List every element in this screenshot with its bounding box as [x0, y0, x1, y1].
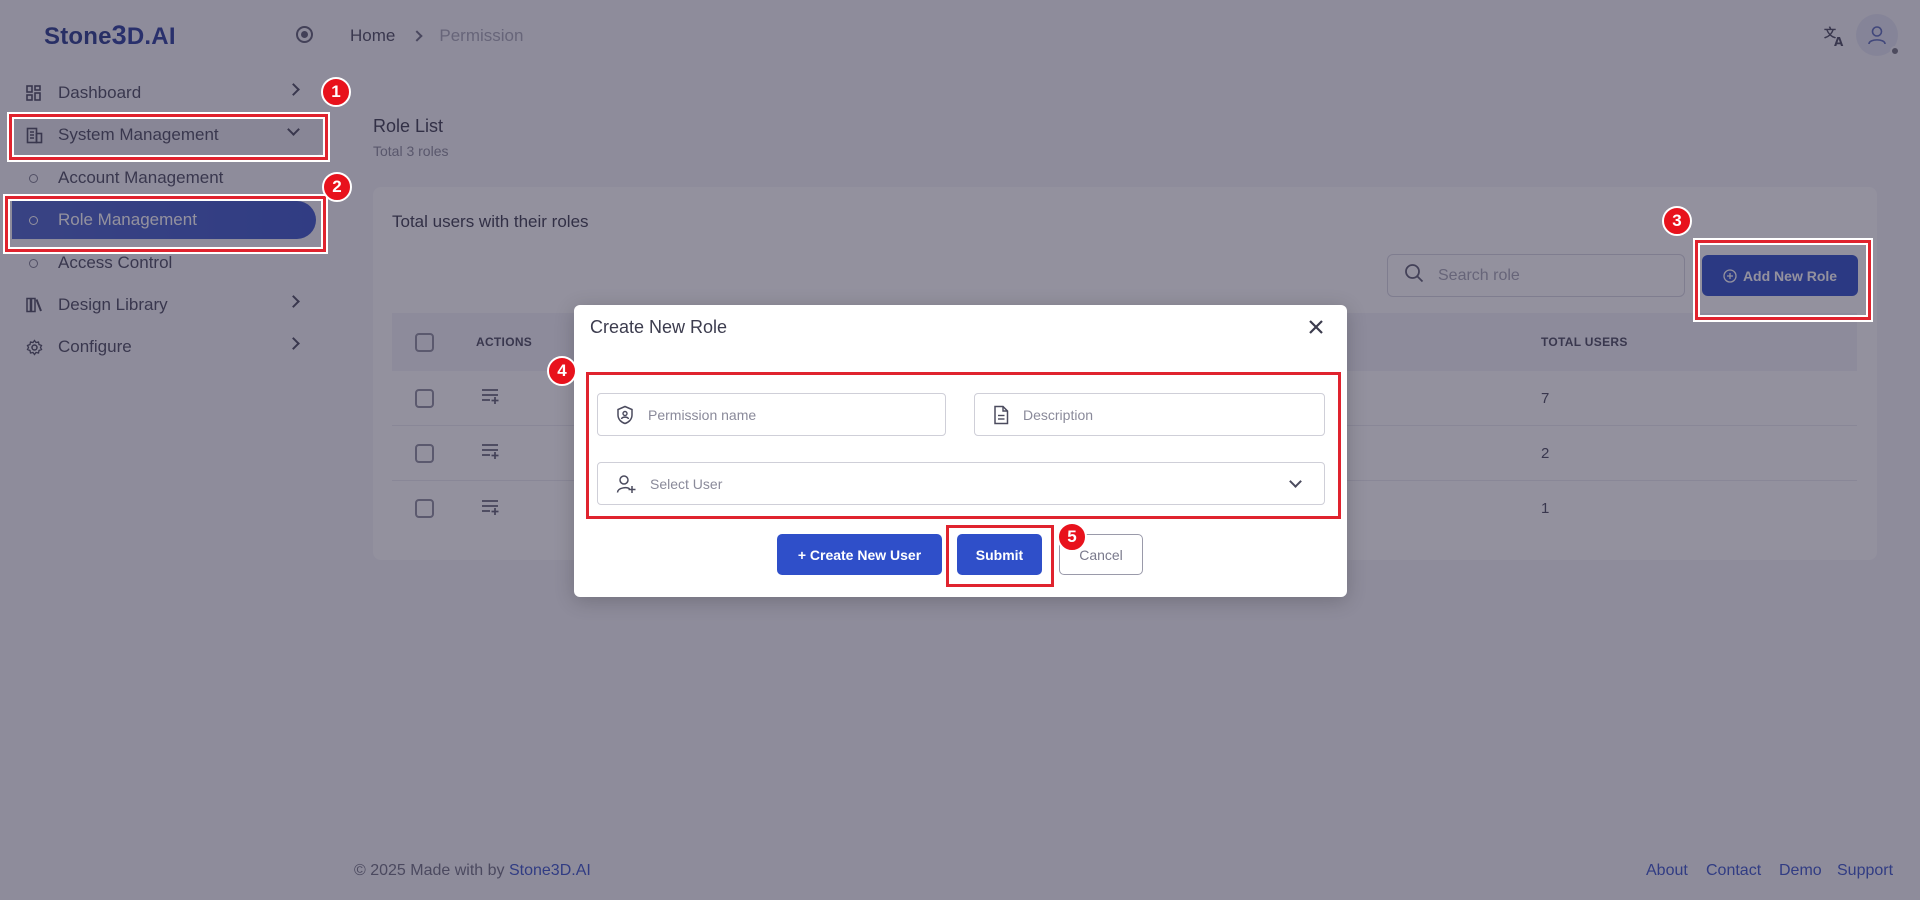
close-icon — [1309, 319, 1323, 334]
highlight-box-submit — [946, 525, 1054, 587]
cancel-label: Cancel — [1079, 546, 1123, 563]
annotation-badge-5: 5 — [1057, 522, 1087, 552]
annotation-badge-3: 3 — [1662, 206, 1692, 236]
highlight-box-add-role — [1695, 240, 1871, 320]
annotation-badge-1: 1 — [321, 77, 351, 107]
create-new-user-label: + Create New User — [797, 546, 922, 563]
create-new-user-button[interactable]: + Create New User — [777, 534, 942, 575]
annotation-badge-2: 2 — [322, 172, 352, 202]
dialog-title: Create New Role — [590, 317, 728, 337]
highlight-box-form-fields — [586, 372, 1341, 519]
highlight-box-role-management — [5, 196, 326, 252]
annotation-badge-4: 4 — [547, 356, 577, 386]
highlight-box-system-management — [9, 114, 328, 160]
close-button[interactable] — [1306, 318, 1326, 338]
